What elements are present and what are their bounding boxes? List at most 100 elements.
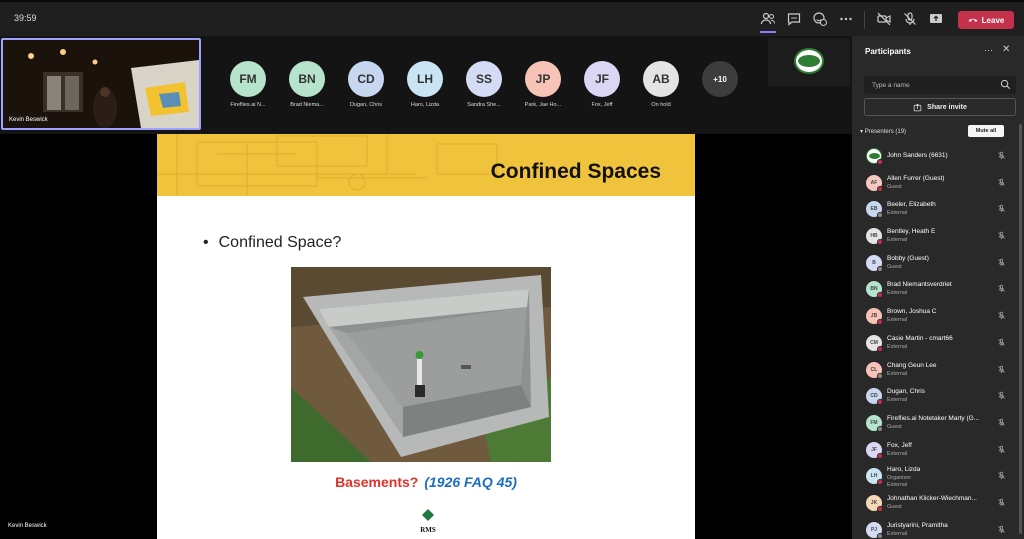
mic-off-icon[interactable] [997, 471, 1006, 480]
avatar: JF [584, 61, 620, 97]
participant-row[interactable]: PJ Juristyarini, Pramitha External [852, 516, 1020, 539]
participant-name: On hold [651, 102, 671, 108]
participant-avatar-tile[interactable]: LH Haro, Lizda [395, 61, 455, 131]
logo-video-tile[interactable] [768, 38, 850, 86]
more-actions-button[interactable] [838, 11, 854, 27]
participant-avatar-tile[interactable]: SS Sandra She... [454, 61, 514, 131]
presence-status-icon [877, 425, 883, 432]
panel-scrollbar[interactable] [1019, 124, 1022, 534]
mic-off-icon[interactable] [997, 151, 1006, 160]
share-invite-button[interactable]: Share invite [864, 98, 1016, 116]
participant-name: Brad Niemantsverdriet [887, 281, 952, 289]
search-icon[interactable] [1000, 79, 1011, 90]
participant-name: Allen Furrer (Guest) [887, 174, 945, 182]
presence-status-icon [877, 345, 883, 352]
mic-off-icon[interactable] [997, 284, 1006, 293]
avatar: CD [348, 61, 384, 97]
participant-row[interactable]: EB Beeler, Elizabeth External [852, 195, 1020, 222]
participant-row[interactable]: JK Johnathan Klicker-Wiechman... Guest [852, 489, 1020, 516]
mute-all-button[interactable]: Mute all [968, 125, 1004, 137]
mic-off-icon[interactable] [997, 204, 1006, 213]
chat-icon [787, 13, 801, 26]
people-button[interactable] [760, 11, 776, 33]
mic-off-icon[interactable] [997, 258, 1006, 267]
participant-row[interactable]: B Bobby (Guest) Guest [852, 249, 1020, 276]
mic-off-icon[interactable] [997, 525, 1006, 534]
participant-name: Chang Geun Lee [887, 361, 937, 369]
close-icon[interactable]: ✕ [1002, 44, 1010, 55]
participant-name: Park, Jae Ho... [524, 102, 562, 108]
participant-role: Guest [887, 263, 902, 270]
participant-row[interactable]: CD Dugan, Chris External [852, 382, 1020, 409]
share-screen-icon [930, 14, 942, 23]
self-video-tile[interactable]: Kevin Beswick [1, 38, 201, 130]
mic-off-icon[interactable] [997, 391, 1006, 400]
phone-hangup-icon [968, 18, 978, 22]
toolbar-divider [864, 11, 865, 29]
mic-off-icon[interactable] [997, 418, 1006, 427]
mic-off-icon[interactable] [997, 311, 1006, 320]
participant-avatar-tile[interactable]: BN Brad Niema... [277, 61, 337, 131]
participant-avatar-tile[interactable]: JF Fox, Jeff [572, 61, 632, 131]
mic-off-icon[interactable] [997, 178, 1006, 187]
presence-status-icon [877, 292, 883, 299]
participant-row[interactable]: BN Brad Niemantsverdriet External [852, 275, 1020, 302]
share-screen-button[interactable] [928, 11, 944, 27]
mic-off-icon[interactable] [997, 498, 1006, 507]
mic-off-icon[interactable] [997, 445, 1006, 454]
participant-name: Dugan, Chris [887, 388, 925, 396]
participant-name: Bentley, Heath E [887, 228, 936, 236]
panel-more-icon[interactable]: ··· [984, 45, 993, 55]
participant-name: Fireflies.ai Notetaker Marty (G... [887, 414, 980, 422]
camera-toggle-button[interactable] [876, 11, 892, 27]
mic-off-icon[interactable] [997, 231, 1006, 240]
people-icon [760, 12, 775, 25]
rms-logo-text: RMS [420, 526, 436, 534]
rms-diamond-icon [422, 509, 434, 521]
participant-row[interactable]: LH Haro, Lizda Organizer External [852, 462, 1020, 489]
bullet-text: Confined Space? [218, 234, 342, 251]
slide-title: Confined Spaces [490, 160, 661, 183]
participant-row[interactable]: CL Chang Geun Lee External [852, 356, 1020, 383]
more-icon [840, 17, 852, 21]
participant-name: Haro, Lizda [410, 102, 440, 108]
participant-row[interactable]: CM Casie Martin - cmart66 External [852, 329, 1020, 356]
chat-button[interactable] [786, 11, 802, 27]
more-participants-button[interactable]: +10 [702, 61, 738, 97]
participant-name: Sandra She... [467, 102, 501, 108]
participant-role: External [887, 450, 908, 457]
participant-name: Johnathan Klicker-Wiechman... [887, 494, 977, 502]
participant-avatar-tile[interactable]: FM Fireflies.ai N... [218, 61, 278, 131]
participant-row[interactable]: HB Bentley, Heath E External [852, 222, 1020, 249]
participant-name: Fireflies.ai N... [230, 102, 266, 108]
participant-name: Beeler, Elizabeth [887, 201, 936, 209]
search-input[interactable] [872, 79, 992, 91]
mic-off-icon[interactable] [997, 365, 1006, 374]
participant-role: Guest [887, 183, 902, 190]
participant-row[interactable]: FM Fireflies.ai Notetaker Marty (G... Gues… [852, 409, 1020, 436]
company-logo [794, 48, 824, 74]
participant-row[interactable]: JB Brown, Joshua C External [852, 302, 1020, 329]
participant-avatar-tile[interactable]: JP Park, Jae Ho... [513, 61, 573, 131]
mic-off-icon[interactable] [997, 338, 1006, 347]
self-name-label: Kevin Beswick [9, 117, 48, 123]
participant-row[interactable]: AF Allen Furrer (Guest) Guest [852, 169, 1020, 196]
meeting-timer: 39:59 [14, 13, 37, 23]
participants-panel: Participants ··· ✕ Share invite ▾ Presen… [852, 36, 1024, 539]
meeting-toolbar: 39:59 Leave [0, 0, 1024, 36]
avatar: BN [289, 61, 325, 97]
participant-avatar-tile[interactable]: CD Dugan, Chris [336, 61, 396, 131]
presenter-name-label: Kevin Beswick [8, 523, 47, 529]
participant-avatar-tile[interactable]: AB On hold [631, 61, 691, 131]
leave-button[interactable]: Leave [958, 11, 1014, 29]
presence-status-icon [877, 159, 883, 165]
participant-name: Brad Niema... [290, 102, 324, 108]
reactions-button[interactable] [812, 11, 828, 27]
participant-row[interactable]: John Sanders (6631) [852, 142, 1020, 169]
bullet-dot: • [203, 234, 209, 251]
participant-role: Guest [887, 423, 902, 430]
presenters-section-toggle[interactable]: ▾ Presenters (19) [860, 128, 906, 135]
mic-toggle-button[interactable] [902, 11, 918, 27]
participant-row[interactable]: JF Fox, Jeff External [852, 436, 1020, 463]
presence-status-icon [877, 372, 883, 379]
